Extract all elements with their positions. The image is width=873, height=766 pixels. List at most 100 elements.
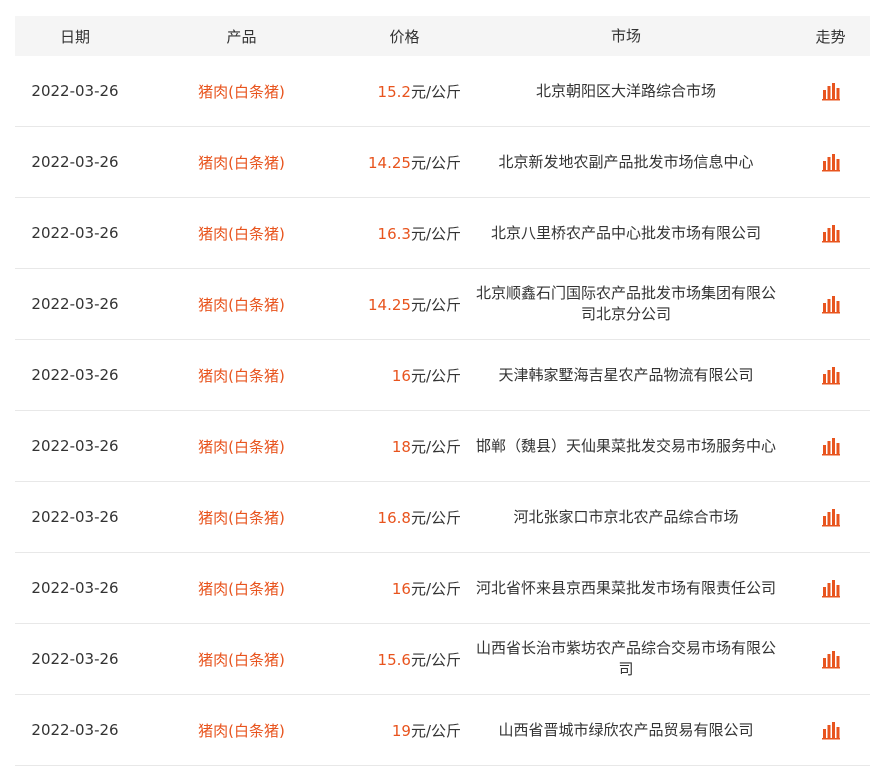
market-name: 河北张家口市京北农产品综合市场	[513, 507, 739, 526]
row-market: 河北张家口市京北农产品综合市场	[461, 507, 791, 528]
market-name: 北京顺鑫石门国际农产品批发市场集团有限公司北京分公司	[476, 284, 777, 323]
header-market: 市场	[610, 26, 641, 45]
price-unit: 元/公斤	[410, 153, 461, 172]
price-value: 16	[391, 366, 411, 385]
price-value: 16.8	[377, 508, 411, 527]
table-header: 日期 产品 价格 市场 走势	[15, 16, 870, 56]
row-date: 2022-03-26	[31, 153, 119, 171]
row-product-link[interactable]: 猪肉(白条猪)	[135, 507, 348, 528]
table-body: 2022-03-26 猪肉(白条猪) 15.2元/公斤 北京朝阳区大洋路综合市场…	[15, 56, 870, 766]
bar-chart-icon[interactable]	[821, 507, 841, 527]
bar-chart-icon[interactable]	[821, 223, 841, 243]
row-price: 16元/公斤	[348, 578, 461, 599]
row-product-link[interactable]: 猪肉(白条猪)	[135, 152, 348, 173]
row-date: 2022-03-26	[31, 295, 119, 313]
price-unit: 元/公斤	[410, 508, 461, 527]
row-price: 14.25元/公斤	[348, 294, 461, 315]
table-row: 2022-03-26 猪肉(白条猪) 18元/公斤 邯郸（魏县）天仙果菜批发交易…	[15, 411, 870, 482]
price-value: 19	[391, 721, 411, 740]
row-market: 天津韩家墅海吉星农产品物流有限公司	[461, 365, 791, 386]
trend-button[interactable]	[791, 223, 870, 243]
row-market: 北京八里桥农产品中心批发市场有限公司	[461, 223, 791, 244]
bar-chart-icon[interactable]	[821, 152, 841, 172]
table-row: 2022-03-26 猪肉(白条猪) 15.2元/公斤 北京朝阳区大洋路综合市场	[15, 56, 870, 127]
row-market: 北京顺鑫石门国际农产品批发市场集团有限公司北京分公司	[461, 283, 791, 325]
market-name: 邯郸（魏县）天仙果菜批发交易市场服务中心	[476, 436, 777, 455]
price-unit: 元/公斤	[410, 579, 461, 598]
row-market: 邯郸（魏县）天仙果菜批发交易市场服务中心	[461, 436, 791, 457]
bar-chart-icon[interactable]	[821, 720, 841, 740]
bar-chart-icon[interactable]	[821, 81, 841, 101]
price-unit: 元/公斤	[410, 224, 461, 243]
row-date: 2022-03-26	[31, 82, 119, 100]
row-product-link[interactable]: 猪肉(白条猪)	[135, 649, 348, 670]
header-trend: 走势	[815, 27, 846, 46]
price-value: 14.25	[367, 295, 411, 314]
market-name: 北京朝阳区大洋路综合市场	[535, 81, 716, 100]
row-date: 2022-03-26	[31, 224, 119, 242]
trend-button[interactable]	[791, 436, 870, 456]
row-market: 山西省长治市紫坊农产品综合交易市场有限公司	[461, 638, 791, 680]
row-date: 2022-03-26	[31, 366, 119, 384]
row-market: 北京新发地农副产品批发市场信息中心	[461, 152, 791, 173]
price-unit: 元/公斤	[410, 82, 461, 101]
market-name: 北京八里桥农产品中心批发市场有限公司	[490, 223, 761, 242]
row-price: 16元/公斤	[348, 365, 461, 386]
row-price: 18元/公斤	[348, 436, 461, 457]
bar-chart-icon[interactable]	[821, 578, 841, 598]
trend-button[interactable]	[791, 152, 870, 172]
row-product-link[interactable]: 猪肉(白条猪)	[135, 436, 348, 457]
table-row: 2022-03-26 猪肉(白条猪) 19元/公斤 山西省晋城市绿欣农产品贸易有…	[15, 695, 870, 766]
row-price: 19元/公斤	[348, 720, 461, 741]
row-product-link[interactable]: 猪肉(白条猪)	[135, 223, 348, 244]
table-row: 2022-03-26 猪肉(白条猪) 14.25元/公斤 北京顺鑫石门国际农产品…	[15, 269, 870, 340]
table-row: 2022-03-26 猪肉(白条猪) 15.6元/公斤 山西省长治市紫坊农产品综…	[15, 624, 870, 695]
bar-chart-icon[interactable]	[821, 649, 841, 669]
row-market: 河北省怀来县京西果菜批发市场有限责任公司	[461, 578, 791, 599]
header-price: 价格	[389, 27, 420, 46]
price-unit: 元/公斤	[410, 650, 461, 669]
row-price: 15.6元/公斤	[348, 649, 461, 670]
trend-button[interactable]	[791, 81, 870, 101]
price-value: 14.25	[367, 153, 411, 172]
price-value: 16	[391, 579, 411, 598]
price-value: 18	[391, 437, 411, 456]
trend-button[interactable]	[791, 365, 870, 385]
row-price: 14.25元/公斤	[348, 152, 461, 173]
table-row: 2022-03-26 猪肉(白条猪) 16.3元/公斤 北京八里桥农产品中心批发…	[15, 198, 870, 269]
row-date: 2022-03-26	[31, 579, 119, 597]
bar-chart-icon[interactable]	[821, 365, 841, 385]
price-unit: 元/公斤	[410, 721, 461, 740]
row-product-link[interactable]: 猪肉(白条猪)	[135, 294, 348, 315]
row-date: 2022-03-26	[31, 437, 119, 455]
price-unit: 元/公斤	[410, 437, 461, 456]
row-product-link[interactable]: 猪肉(白条猪)	[135, 365, 348, 386]
row-product-link[interactable]: 猪肉(白条猪)	[135, 720, 348, 741]
row-price: 16.8元/公斤	[348, 507, 461, 528]
trend-button[interactable]	[791, 578, 870, 598]
row-product-link[interactable]: 猪肉(白条猪)	[135, 578, 348, 599]
row-market: 北京朝阳区大洋路综合市场	[461, 81, 791, 102]
row-market: 山西省晋城市绿欣农产品贸易有限公司	[461, 720, 791, 741]
bar-chart-icon[interactable]	[821, 436, 841, 456]
trend-button[interactable]	[791, 507, 870, 527]
row-price: 16.3元/公斤	[348, 223, 461, 244]
market-name: 天津韩家墅海吉星农产品物流有限公司	[498, 365, 754, 384]
table-row: 2022-03-26 猪肉(白条猪) 16.8元/公斤 河北张家口市京北农产品综…	[15, 482, 870, 553]
price-value: 15.6	[377, 650, 411, 669]
price-value: 16.3	[377, 224, 411, 243]
row-price: 15.2元/公斤	[348, 81, 461, 102]
trend-button[interactable]	[791, 720, 870, 740]
price-unit: 元/公斤	[410, 366, 461, 385]
table-row: 2022-03-26 猪肉(白条猪) 14.25元/公斤 北京新发地农副产品批发…	[15, 127, 870, 198]
market-name: 山西省晋城市绿欣农产品贸易有限公司	[498, 720, 754, 739]
row-date: 2022-03-26	[31, 721, 119, 739]
price-unit: 元/公斤	[410, 295, 461, 314]
trend-button[interactable]	[791, 649, 870, 669]
header-product: 产品	[226, 27, 257, 46]
bar-chart-icon[interactable]	[821, 294, 841, 314]
trend-button[interactable]	[791, 294, 870, 314]
market-name: 河北省怀来县京西果菜批发市场有限责任公司	[476, 578, 777, 597]
row-product-link[interactable]: 猪肉(白条猪)	[135, 81, 348, 102]
price-table: 日期 产品 价格 市场 走势 2022-03-26 猪肉(白条猪) 15.2元/…	[15, 16, 870, 766]
